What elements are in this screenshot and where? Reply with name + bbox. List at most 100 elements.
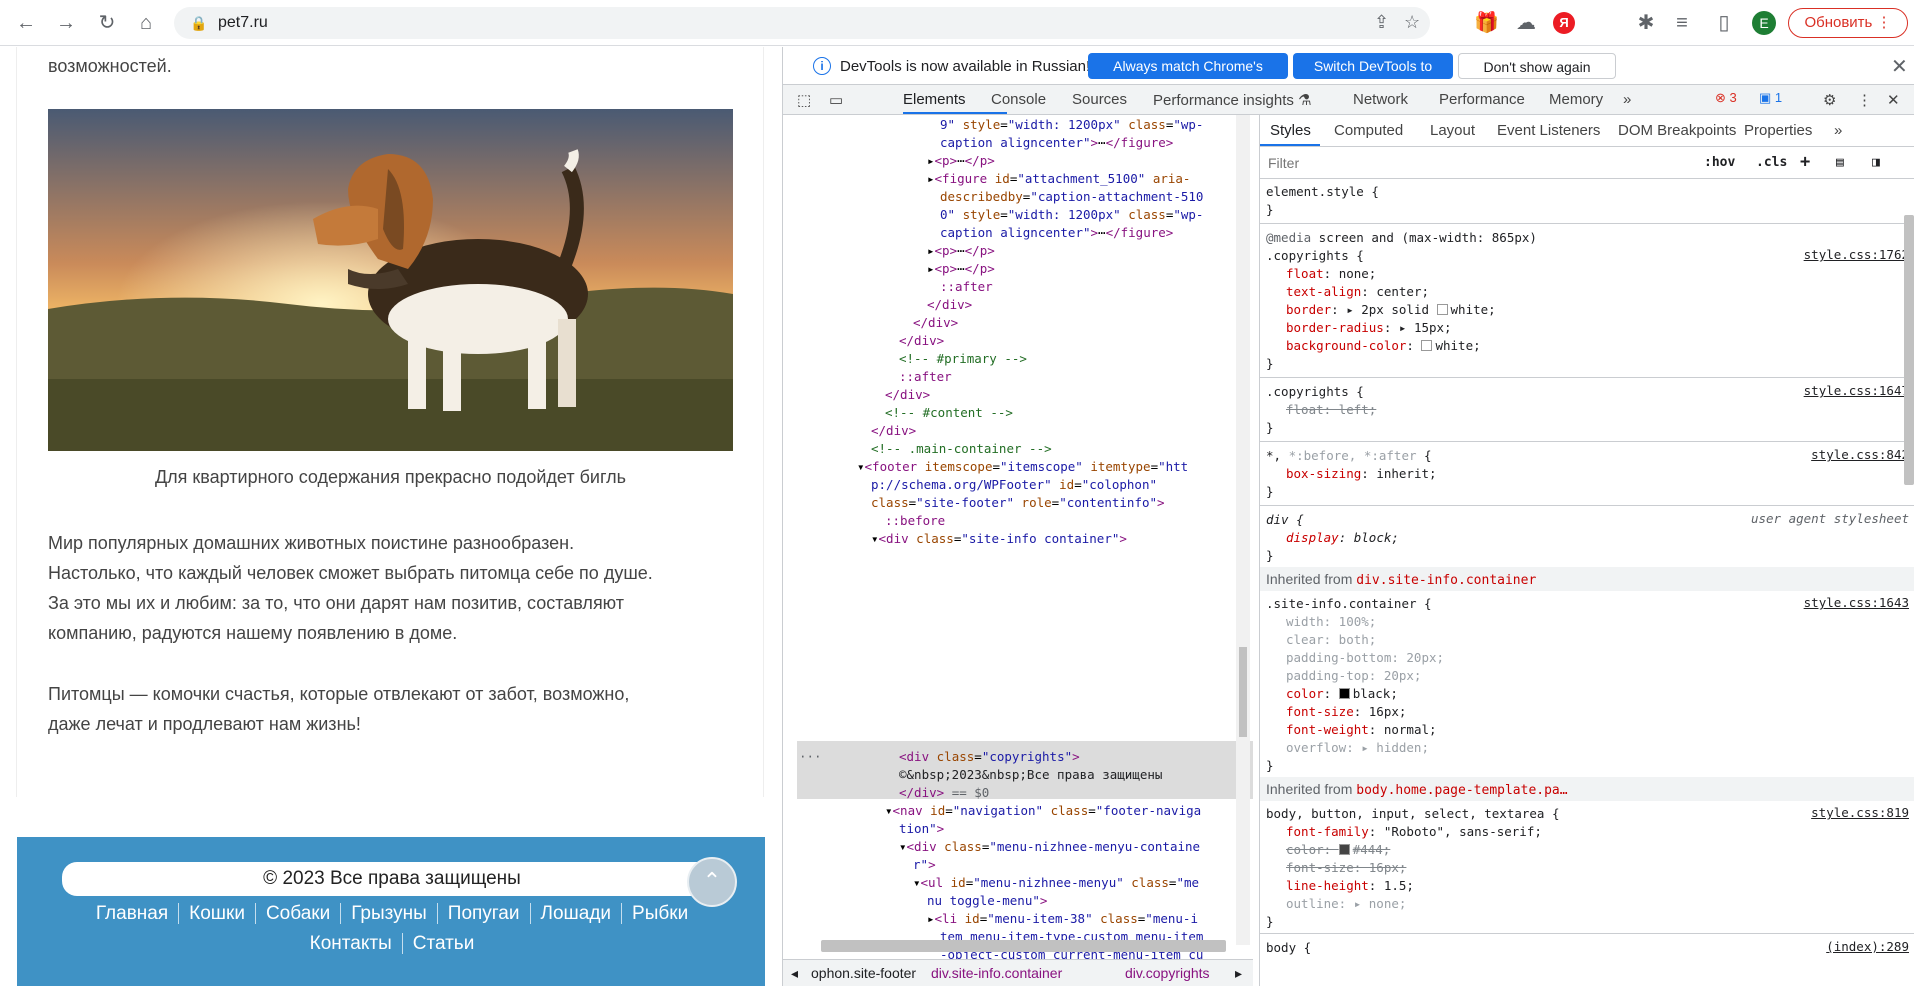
rule-selector[interactable]: body, button, input, select, textarea {: [1266, 805, 1560, 823]
tab-network[interactable]: Network: [1353, 91, 1408, 108]
rule-property[interactable]: background-color: white;: [1286, 337, 1481, 355]
tab-sources[interactable]: Sources: [1072, 91, 1127, 108]
source-link[interactable]: style.css:819: [1811, 805, 1909, 820]
dom-line[interactable]: p://schema.org/WPFooter" id="colophon": [871, 475, 1157, 494]
dom-line[interactable]: <!-- .main-container -->: [871, 439, 1052, 458]
rule-selector[interactable]: body {: [1266, 939, 1311, 957]
dom-line-selected[interactable]: </div> == $0: [899, 783, 989, 802]
rule-property[interactable]: font-size: 16px;: [1286, 703, 1406, 721]
dom-line[interactable]: ▸<p>⋯</p>: [927, 259, 995, 278]
dom-line[interactable]: </div>: [913, 313, 958, 332]
dom-line[interactable]: caption aligncenter">⋯</figure>: [940, 133, 1173, 152]
menu-item-home[interactable]: Главная: [85, 903, 180, 924]
settings-gear-icon[interactable]: ⚙: [1823, 91, 1836, 109]
source-link[interactable]: style.css:1762: [1804, 247, 1909, 262]
dom-tree[interactable]: ··· 9" style="width: 1200px" class="wp- …: [797, 115, 1253, 966]
more-styles-tabs-icon[interactable]: »: [1834, 122, 1842, 139]
extensions-icon[interactable]: ✱: [1634, 11, 1658, 35]
dom-line[interactable]: describedby="caption-attachment-510: [940, 187, 1203, 206]
bookmark-star-icon[interactable]: ☆: [1404, 12, 1420, 33]
lock-icon[interactable]: 🔒: [190, 15, 207, 32]
dom-tree-scrollbar[interactable]: [1236, 115, 1250, 945]
side-panel-icon[interactable]: ▯: [1712, 11, 1736, 35]
breadcrumb-item-site-info[interactable]: div.site-info.container: [931, 965, 1062, 981]
dom-line[interactable]: <!-- #content -->: [885, 403, 1013, 422]
download-cloud-icon[interactable]: ☁: [1514, 11, 1538, 35]
rule-selector[interactable]: div {: [1266, 511, 1304, 529]
close-icon[interactable]: ✕: [1891, 54, 1908, 79]
dom-line[interactable]: ::before: [885, 511, 945, 530]
tab-memory[interactable]: Memory: [1549, 91, 1603, 108]
dom-line[interactable]: caption aligncenter">⋯</figure>: [940, 223, 1173, 242]
toggle-sidebar-icon[interactable]: ◨: [1872, 155, 1880, 170]
dom-line[interactable]: </div>: [885, 385, 930, 404]
dom-line[interactable]: ▾<div class="menu-nizhnee-menyu-containe: [899, 837, 1200, 856]
more-options-icon[interactable]: ⋮: [1857, 91, 1872, 109]
rule-property[interactable]: box-sizing: inherit;: [1286, 465, 1437, 483]
dom-line[interactable]: ▾<ul id="menu-nizhnee-menyu" class="me: [913, 873, 1199, 892]
dom-line[interactable]: ::after: [899, 367, 952, 386]
breadcrumb-left-icon[interactable]: ◂: [791, 965, 798, 982]
source-link[interactable]: style.css:1643: [1804, 595, 1909, 610]
close-devtools-icon[interactable]: ✕: [1887, 91, 1900, 109]
dom-line[interactable]: 9" style="width: 1200px" class="wp-: [940, 115, 1203, 134]
tab-styles[interactable]: Styles: [1270, 122, 1311, 139]
rule-property[interactable]: font-family: "Roboto", sans-serif;: [1286, 823, 1542, 841]
styles-filter-input[interactable]: [1264, 151, 1694, 175]
reload-icon[interactable]: ↻: [95, 11, 119, 35]
tab-computed[interactable]: Computed: [1334, 122, 1403, 139]
hover-state-toggle[interactable]: :hov: [1704, 155, 1735, 170]
inspect-element-icon[interactable]: ⬚: [797, 91, 811, 109]
styles-scroll-thumb[interactable]: [1904, 215, 1914, 485]
dom-line[interactable]: r">: [913, 855, 936, 874]
tab-dom-breakpoints[interactable]: DOM Breakpoints: [1618, 122, 1736, 139]
profile-avatar[interactable]: E: [1752, 11, 1776, 35]
breadcrumb-item-copyrights[interactable]: div.copyrights: [1125, 965, 1210, 981]
switch-to-russian-button[interactable]: Switch DevTools to Russian: [1293, 53, 1453, 100]
dom-line[interactable]: <!-- #primary -->: [899, 349, 1027, 368]
tab-performance-insights[interactable]: Performance insights ⚗: [1153, 91, 1312, 109]
dom-tree-horizontal-scrollbar[interactable]: [821, 940, 1226, 952]
rule-element-style[interactable]: element.style {: [1266, 183, 1379, 201]
dom-line[interactable]: ▸<p>⋯</p>: [927, 151, 995, 170]
forward-icon[interactable]: →: [54, 11, 78, 35]
share-icon[interactable]: ⇪: [1374, 12, 1389, 33]
rule-property[interactable]: border-radius: ▸ 15px;: [1286, 319, 1452, 337]
rule-property[interactable]: float: none;: [1286, 265, 1376, 283]
dom-line[interactable]: class="site-footer" role="contentinfo">: [871, 493, 1165, 512]
back-icon[interactable]: ←: [14, 11, 38, 35]
menu-item-cats[interactable]: Кошки: [179, 903, 256, 924]
menu-item-parrots[interactable]: Попугаи: [437, 903, 531, 924]
dom-line[interactable]: 0" style="width: 1200px" class="wp-: [940, 205, 1203, 224]
dom-line[interactable]: </div>: [927, 295, 972, 314]
menu-item-horses[interactable]: Лошади: [530, 903, 623, 924]
rule-property[interactable]: border: ▸ 2px solid white;: [1286, 301, 1496, 319]
dom-line[interactable]: ▾<nav id="navigation" class="footer-navi…: [885, 801, 1201, 820]
node-actions-icon[interactable]: ···: [799, 747, 822, 766]
tab-console[interactable]: Console: [991, 91, 1046, 108]
dom-line[interactable]: tion">: [899, 819, 944, 838]
device-toolbar-icon[interactable]: ▭: [829, 91, 843, 109]
tab-elements[interactable]: Elements: [903, 91, 966, 108]
new-rule-icon[interactable]: +: [1800, 152, 1810, 172]
rule-property[interactable]: color: black;: [1286, 685, 1398, 703]
dom-line[interactable]: </div>: [871, 421, 916, 440]
menu-item-articles[interactable]: Статьи: [403, 933, 485, 954]
home-icon[interactable]: ⌂: [134, 11, 158, 35]
address-bar[interactable]: 🔒 pet7.ru ⇪ ☆: [174, 7, 1430, 39]
dom-line-selected[interactable]: <div class="copyrights">: [899, 747, 1080, 766]
tab-properties[interactable]: Properties: [1744, 122, 1812, 139]
menu-item-contacts[interactable]: Контакты: [299, 933, 403, 954]
rule-property[interactable]: font-weight: normal;: [1286, 721, 1437, 739]
menu-item-rodents[interactable]: Грызуны: [341, 903, 438, 924]
dom-line[interactable]: ▾<footer itemscope="itemscope" itemtype=…: [857, 457, 1188, 476]
tab-layout[interactable]: Layout: [1430, 122, 1475, 139]
source-link[interactable]: style.css:1647: [1804, 383, 1909, 398]
source-link[interactable]: (index):289: [1826, 939, 1909, 954]
tab-event-listeners[interactable]: Event Listeners: [1497, 122, 1600, 139]
dom-tree-scroll-thumb[interactable]: [1239, 647, 1247, 737]
media-icon[interactable]: ≡: [1670, 11, 1694, 35]
dom-line[interactable]: ▸<figure id="attachment_5100" aria-: [927, 169, 1190, 188]
url-text[interactable]: pet7.ru: [218, 14, 268, 32]
error-count-badge[interactable]: ⊗ 3: [1715, 90, 1737, 106]
